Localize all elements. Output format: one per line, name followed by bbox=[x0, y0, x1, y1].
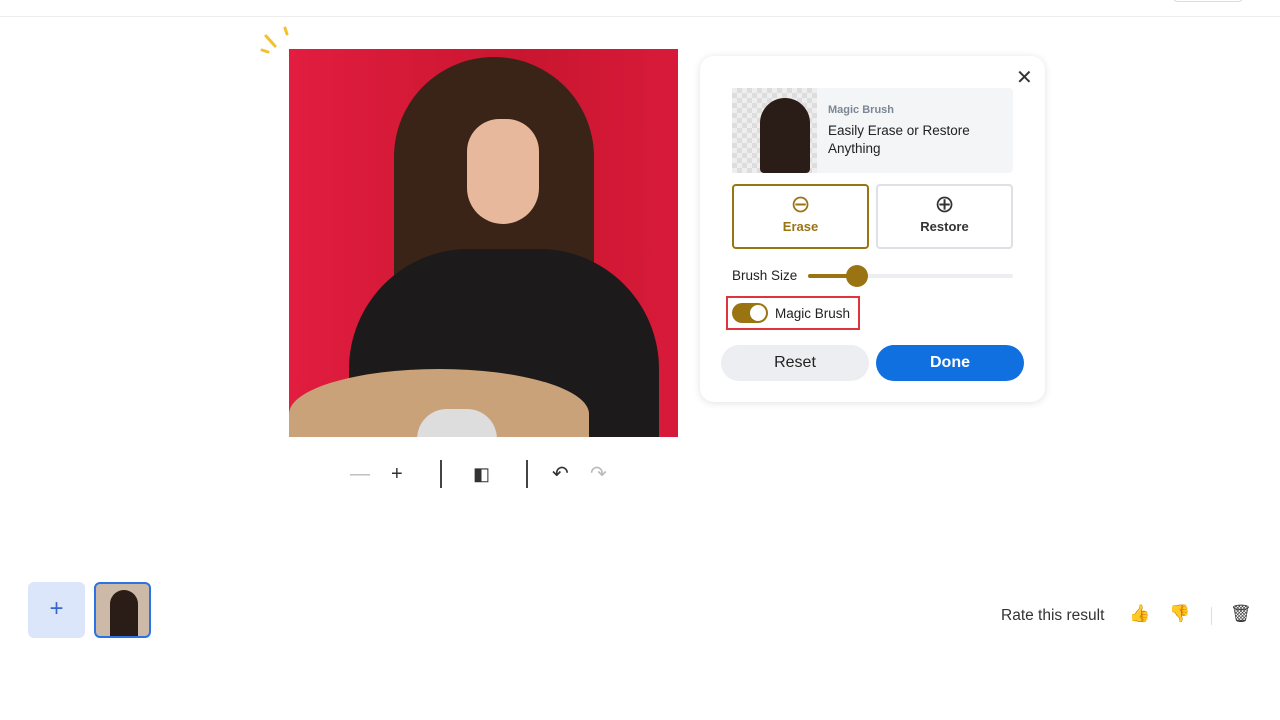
zoom-out-button[interactable]: — bbox=[350, 460, 370, 488]
promo-thumbnail bbox=[732, 88, 817, 173]
magic-brush-toggle[interactable] bbox=[732, 303, 768, 323]
redo-button[interactable]: ↷ bbox=[590, 460, 607, 488]
edited-image[interactable] bbox=[289, 49, 678, 437]
thumbs-up-icon[interactable]: 👍 bbox=[1129, 604, 1150, 624]
reset-button[interactable]: Reset bbox=[721, 345, 869, 381]
erase-button[interactable]: ⊖ Erase bbox=[732, 184, 869, 249]
restore-button[interactable]: ⊕ Restore bbox=[876, 184, 1013, 249]
minus-circle-icon: ⊖ bbox=[790, 191, 811, 218]
done-button[interactable]: Done bbox=[876, 345, 1024, 381]
magic-brush-toggle-row: Magic Brush bbox=[726, 296, 860, 330]
magic-brush-panel: ✕ Magic Brush Easily Erase or Restore An… bbox=[700, 56, 1045, 402]
divider bbox=[1211, 607, 1212, 625]
compare-icon[interactable]: ◧ bbox=[473, 460, 490, 488]
zoom-in-button[interactable]: + bbox=[391, 460, 403, 488]
magic-brush-label: Magic Brush bbox=[775, 306, 851, 321]
undo-button[interactable]: ↶ bbox=[552, 460, 569, 488]
promo-card: Magic Brush Easily Erase or Restore Anyt… bbox=[732, 88, 1013, 173]
thumbs-down-icon[interactable]: 👎 bbox=[1169, 604, 1190, 624]
close-icon[interactable]: ✕ bbox=[1016, 65, 1033, 90]
add-image-button[interactable]: + bbox=[28, 582, 85, 638]
top-button[interactable] bbox=[1172, 0, 1244, 2]
sparkle-icon bbox=[260, 26, 289, 54]
rate-label: Rate this result bbox=[1001, 607, 1105, 624]
canvas-toolbar: — + ◧ ↶ ↷ bbox=[340, 460, 630, 488]
restore-label: Restore bbox=[920, 219, 969, 234]
brush-size-slider[interactable] bbox=[808, 265, 1013, 287]
image-thumbnail[interactable] bbox=[94, 582, 151, 638]
divider bbox=[526, 460, 528, 488]
top-bar bbox=[0, 0, 1280, 17]
plus-circle-icon: ⊕ bbox=[934, 191, 955, 218]
slider-thumb[interactable] bbox=[846, 265, 869, 287]
promo-kicker: Magic Brush bbox=[828, 104, 895, 116]
divider bbox=[440, 460, 442, 488]
erase-label: Erase bbox=[782, 219, 819, 234]
trash-icon[interactable]: 🗑 bbox=[1230, 604, 1252, 624]
brush-size-label: Brush Size bbox=[732, 268, 798, 283]
promo-description: Easily Erase or Restore Anything bbox=[828, 123, 970, 156]
